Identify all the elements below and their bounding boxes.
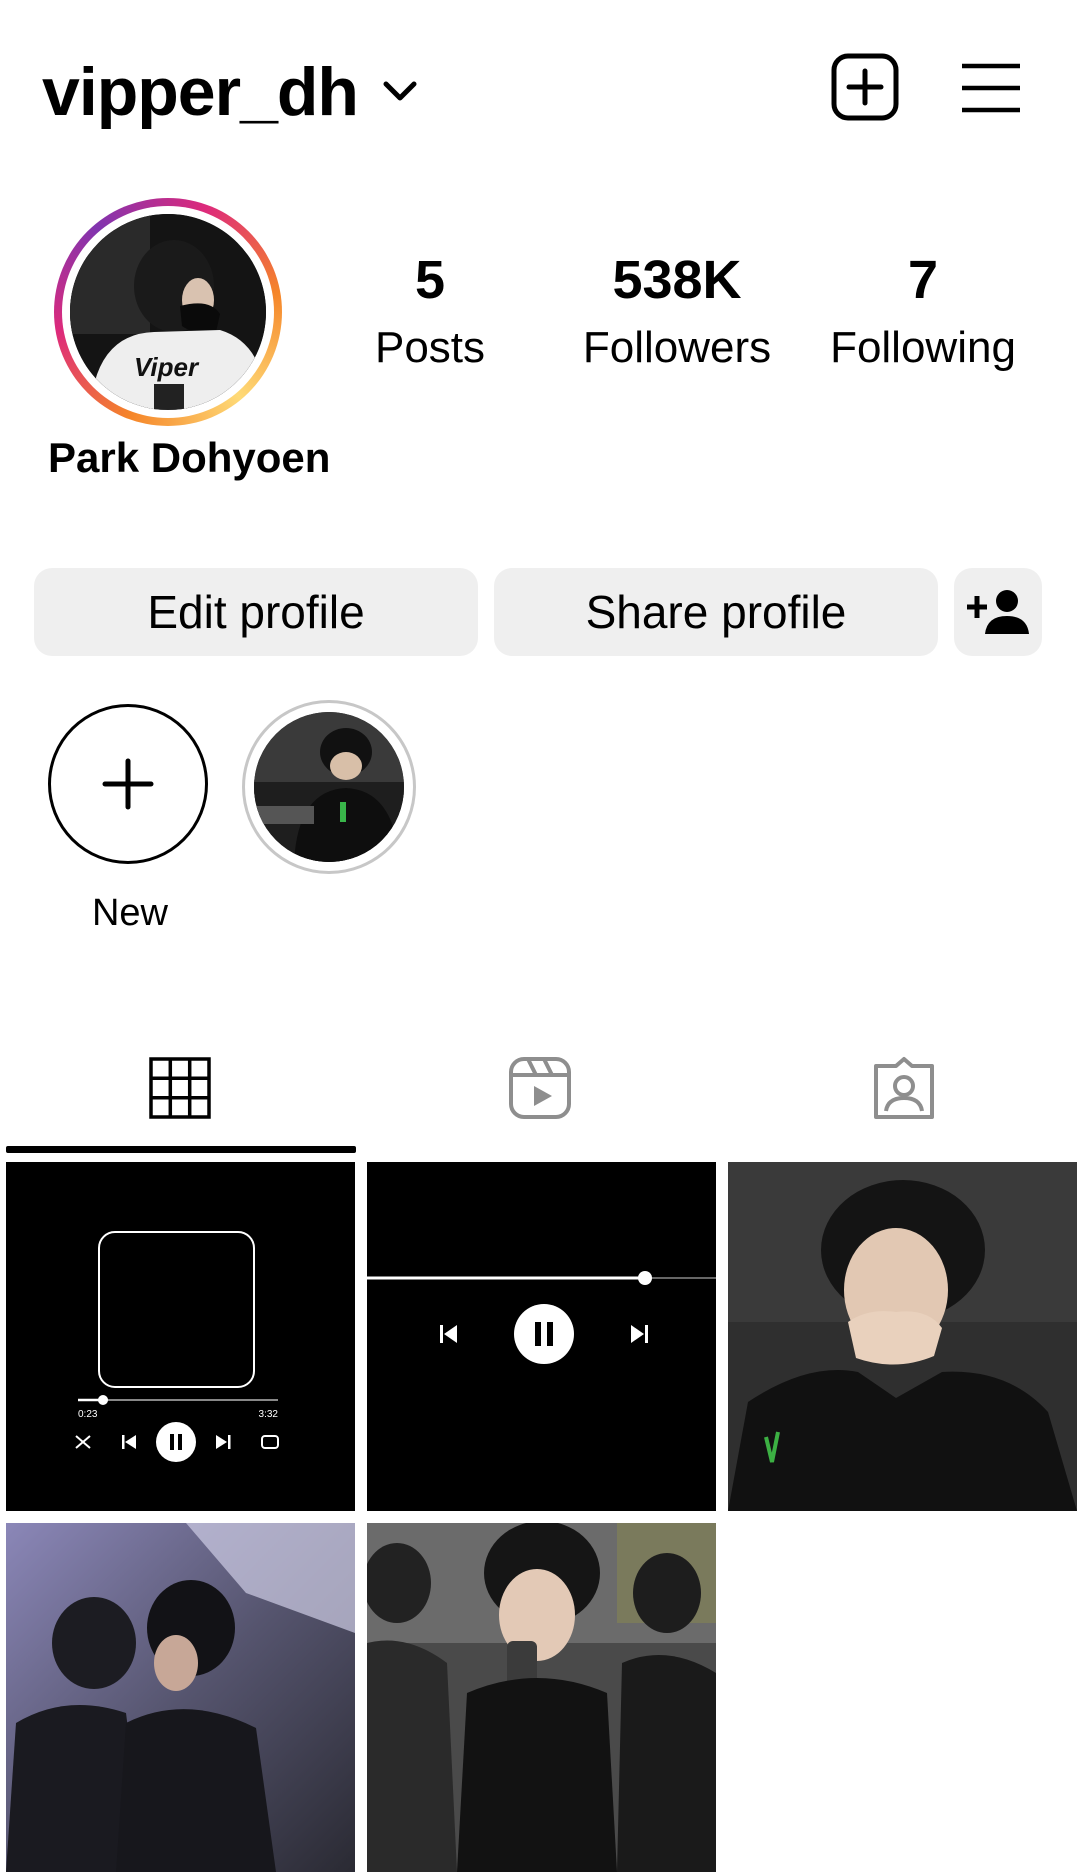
new-post-icon[interactable] (830, 52, 900, 122)
profile-full-name: Park Dohyoen (48, 434, 331, 481)
share-profile-button[interactable]: Share profile (494, 568, 938, 656)
highlight-thumbnail[interactable] (254, 712, 404, 862)
avatar[interactable]: Viper (70, 214, 266, 410)
stat-posts[interactable]: 5 Posts (315, 248, 545, 378)
player-total-time: 3:32 (259, 1409, 279, 1420)
post-thumbnail-2[interactable] (367, 1162, 716, 1511)
new-highlight-label: New (91, 892, 169, 934)
plus-icon (102, 758, 154, 810)
avatar-jersey-text: Viper (134, 352, 200, 382)
profile-username[interactable]: vipper_dh (42, 48, 359, 136)
chevron-down-icon[interactable] (380, 72, 420, 112)
player-elapsed-time: 0:23 (78, 1409, 98, 1420)
stat-followers[interactable]: 538K Followers (562, 248, 792, 378)
new-highlight-button[interactable] (48, 704, 208, 864)
post-thumbnail-4[interactable] (6, 1523, 355, 1872)
active-tab-indicator (6, 1146, 356, 1153)
grid-icon[interactable] (148, 1056, 212, 1120)
posts-count: 5 (414, 250, 446, 310)
posts-label: Posts (374, 323, 486, 372)
post-thumbnail-3[interactable] (728, 1162, 1077, 1511)
play-pause-button (514, 1304, 574, 1364)
discover-people-button[interactable] (954, 568, 1042, 656)
followers-count: 538K (612, 250, 742, 310)
menu-icon[interactable] (960, 60, 1022, 116)
stat-following[interactable]: 7 Following (808, 248, 1038, 378)
play-pause-button (156, 1422, 196, 1462)
reels-icon[interactable] (508, 1056, 572, 1120)
followers-label: Followers (582, 323, 772, 372)
following-label: Following (830, 323, 1016, 372)
post-thumbnail-5[interactable] (367, 1523, 716, 1872)
tagged-icon[interactable] (872, 1056, 936, 1120)
post-thumbnail-1[interactable]: 0:23 3:32 (6, 1162, 355, 1511)
following-count: 7 (907, 250, 939, 310)
add-person-icon (967, 590, 1029, 634)
edit-profile-button[interactable]: Edit profile (34, 568, 478, 656)
